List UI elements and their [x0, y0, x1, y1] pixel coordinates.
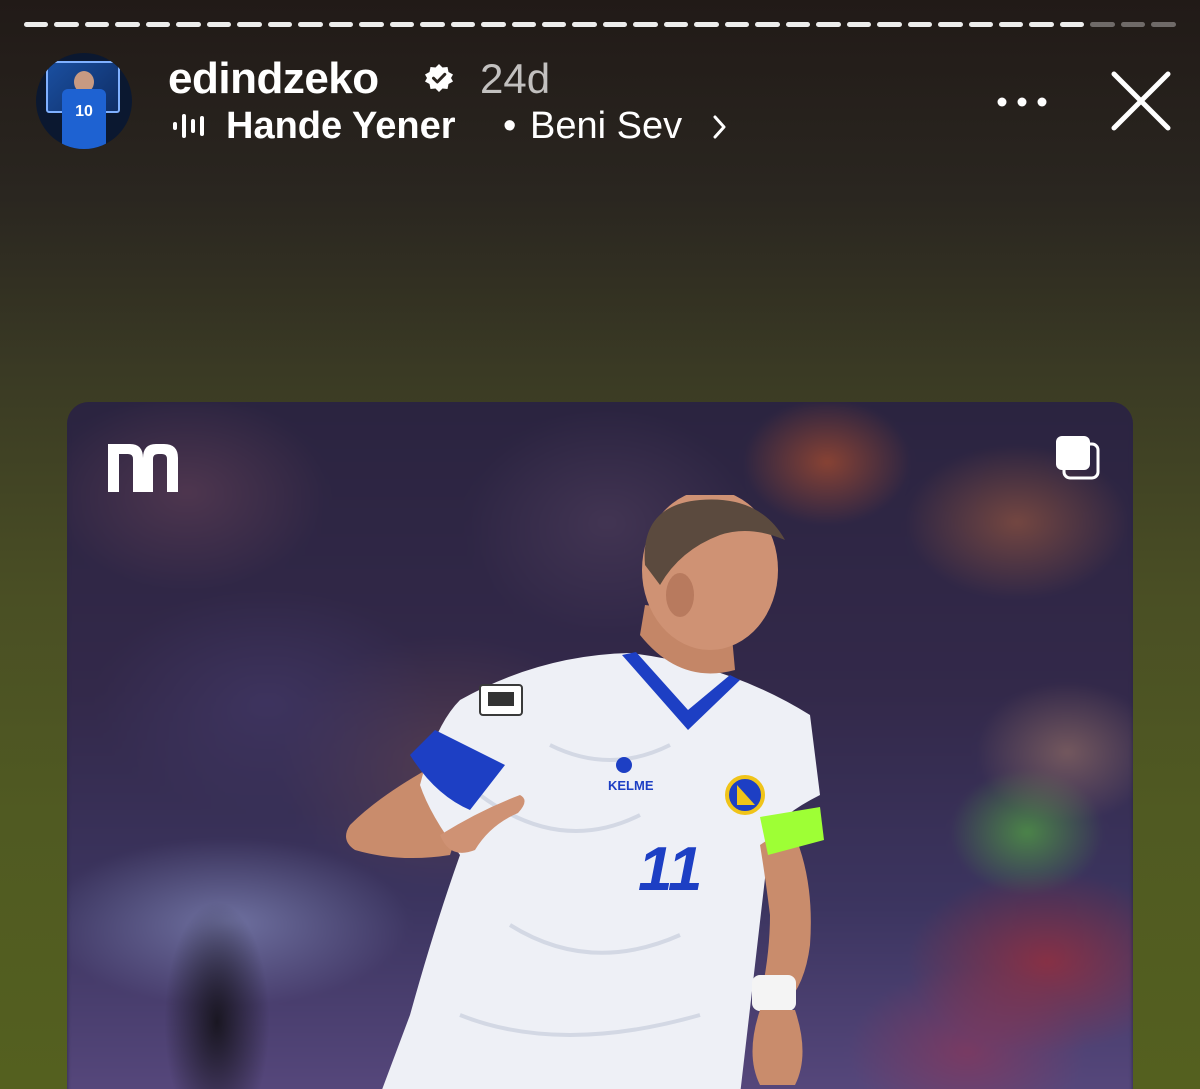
avatar-jersey: 10 [62, 89, 106, 149]
progress-segment [84, 22, 110, 27]
progress-segment [633, 22, 658, 27]
progress-segment [298, 22, 323, 27]
mozzart-m-logo [108, 444, 178, 492]
progress-segment [1151, 22, 1176, 27]
progress-segment [785, 22, 811, 27]
music-song-title[interactable]: Beni Sev [530, 104, 682, 148]
progress-segment [389, 22, 415, 27]
progress-segment [420, 22, 445, 27]
background-figure [137, 822, 297, 1089]
progress-segment [572, 22, 597, 27]
progress-segment [907, 22, 933, 27]
music-artist[interactable]: Hande Yener [226, 104, 456, 148]
story-progress-bar [24, 22, 1176, 28]
progress-segment [846, 22, 872, 27]
progress-segment [602, 22, 628, 27]
shirt-number: 11 [638, 835, 702, 904]
music-separator: • [503, 105, 517, 147]
close-icon[interactable] [1106, 70, 1174, 134]
progress-segment [115, 22, 140, 27]
progress-segment [145, 22, 171, 27]
avatar-jersey-number: 10 [75, 103, 93, 120]
more-options-icon[interactable] [992, 88, 1052, 116]
audio-wave-icon [173, 114, 204, 138]
progress-segment [359, 22, 384, 27]
progress-segment [755, 22, 780, 27]
progress-segment [541, 22, 567, 27]
progress-segment [237, 22, 262, 27]
progress-segment [938, 22, 963, 27]
progress-segment [724, 22, 750, 27]
progress-segment [450, 22, 476, 27]
progress-segment [511, 22, 536, 27]
story-age: 24d [480, 55, 551, 102]
carousel-multiple-images-icon [1056, 436, 1100, 480]
progress-segment [206, 22, 232, 27]
avatar[interactable]: 10 [36, 53, 132, 149]
progress-segment [694, 22, 719, 27]
progress-segment [968, 22, 993, 27]
verified-badge-icon [425, 64, 453, 92]
progress-segment [816, 22, 841, 27]
progress-segment [1120, 22, 1146, 27]
story-viewer[interactable]: 10 edindzeko 24d Hande Yener • Beni Sev [0, 0, 1200, 1089]
progress-segment [1059, 22, 1085, 27]
progress-segment [328, 22, 354, 27]
progress-segment [999, 22, 1024, 27]
progress-segment [54, 22, 79, 27]
progress-segment [176, 22, 201, 27]
progress-segment [267, 22, 293, 27]
footballer-photo: KELME 11 [346, 495, 824, 1089]
progress-segment [481, 22, 506, 27]
progress-segment [1029, 22, 1054, 27]
username[interactable]: edindzeko [168, 54, 379, 104]
progress-segment [663, 22, 689, 27]
progress-segment [24, 22, 49, 27]
progress-segment [1090, 22, 1115, 27]
chevron-right-icon[interactable] [712, 114, 728, 140]
kit-brand-text: KELME [608, 778, 654, 793]
progress-segment [877, 22, 902, 27]
